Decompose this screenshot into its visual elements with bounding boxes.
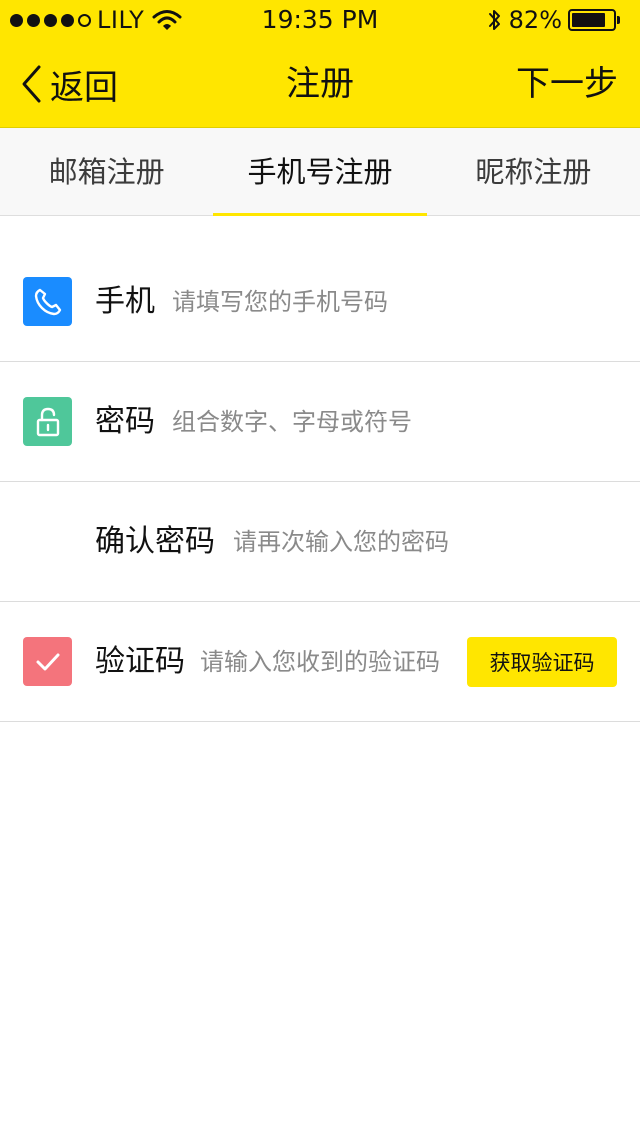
- battery-nub: [617, 16, 620, 24]
- header-bar: LILY 19:35 PM 82% 返回 注册 下一步: [0, 0, 640, 128]
- checkmark-icon-glyph: [36, 653, 59, 670]
- tab-email-register[interactable]: 邮箱注册: [0, 128, 213, 215]
- confirm-password-label: 确认密码: [95, 524, 215, 559]
- register-tabs: 邮箱注册 手机号注册 昵称注册: [0, 128, 640, 216]
- unlock-icon: [23, 397, 72, 446]
- register-form: 手机 密码 确认密码 验证码 获取验证码: [0, 242, 640, 722]
- back-button[interactable]: 返回: [20, 56, 118, 112]
- phone-icon-glyph: [34, 288, 61, 315]
- tab-phone-register[interactable]: 手机号注册: [213, 128, 427, 216]
- password-label: 密码: [95, 404, 155, 439]
- phone-row: 手机: [0, 242, 640, 362]
- captcha-input[interactable]: [200, 638, 462, 686]
- phone-icon: [23, 277, 72, 326]
- bluetooth-icon: [488, 10, 500, 30]
- next-step-button[interactable]: 下一步: [516, 56, 618, 112]
- status-right: 82%: [487, 6, 620, 34]
- password-input[interactable]: [172, 398, 612, 446]
- password-row: 密码: [0, 362, 640, 482]
- status-bar: LILY 19:35 PM 82%: [0, 0, 640, 40]
- unlock-icon-glyph: [36, 407, 59, 436]
- battery-icon: [568, 9, 620, 31]
- get-captcha-button[interactable]: 获取验证码: [467, 637, 617, 687]
- phone-input[interactable]: [172, 278, 612, 326]
- chevron-left-icon: [22, 65, 41, 103]
- phone-label: 手机: [95, 284, 155, 319]
- battery-fill: [572, 13, 605, 27]
- battery-percent: 82%: [508, 6, 562, 34]
- confirm-password-input[interactable]: [233, 518, 613, 566]
- checkmark-icon: [23, 637, 72, 686]
- tab-nickname-register[interactable]: 昵称注册: [427, 128, 640, 215]
- back-label: 返回: [50, 67, 118, 108]
- captcha-row: 验证码 获取验证码: [0, 602, 640, 722]
- confirm-password-row: 确认密码: [0, 482, 640, 602]
- captcha-label: 验证码: [95, 644, 185, 679]
